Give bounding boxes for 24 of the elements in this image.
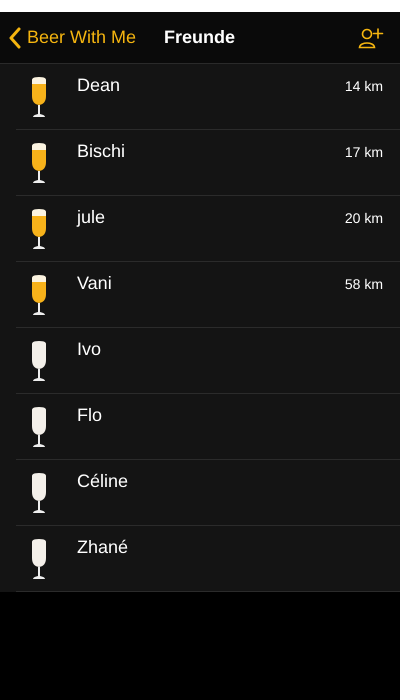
friend-name: Vani: [77, 273, 112, 294]
add-person-icon[interactable]: [358, 26, 384, 48]
distance-label: 58 km: [344, 276, 383, 292]
friend-row[interactable]: jule 20 km: [16, 196, 400, 262]
distance-label: 20 km: [344, 210, 383, 226]
friend-name: Ivo: [77, 339, 102, 360]
back-button[interactable]: Beer With Me: [9, 26, 136, 48]
friend-row[interactable]: Ivo: [16, 328, 400, 394]
friend-name: Céline: [77, 471, 128, 492]
friend-name: Flo: [77, 405, 102, 426]
distance-label: 14 km: [344, 78, 383, 94]
friend-name: Zhané: [77, 537, 128, 558]
friend-row[interactable]: Flo: [16, 394, 400, 460]
friend-row[interactable]: Dean 14 km: [16, 64, 400, 130]
back-chevron-icon: [9, 26, 21, 48]
friend-name: Bischi: [77, 141, 126, 162]
friend-row[interactable]: Céline: [16, 460, 400, 526]
friend-row[interactable]: Zhané: [16, 526, 400, 592]
distance-label: 17 km: [344, 144, 383, 160]
friend-name: Dean: [77, 75, 120, 96]
friend-row[interactable]: Bischi 17 km: [16, 130, 400, 196]
screen-title: Freunde: [164, 27, 236, 48]
friend-row[interactable]: Vani 58 km: [16, 262, 400, 328]
friend-name: jule: [77, 207, 106, 228]
